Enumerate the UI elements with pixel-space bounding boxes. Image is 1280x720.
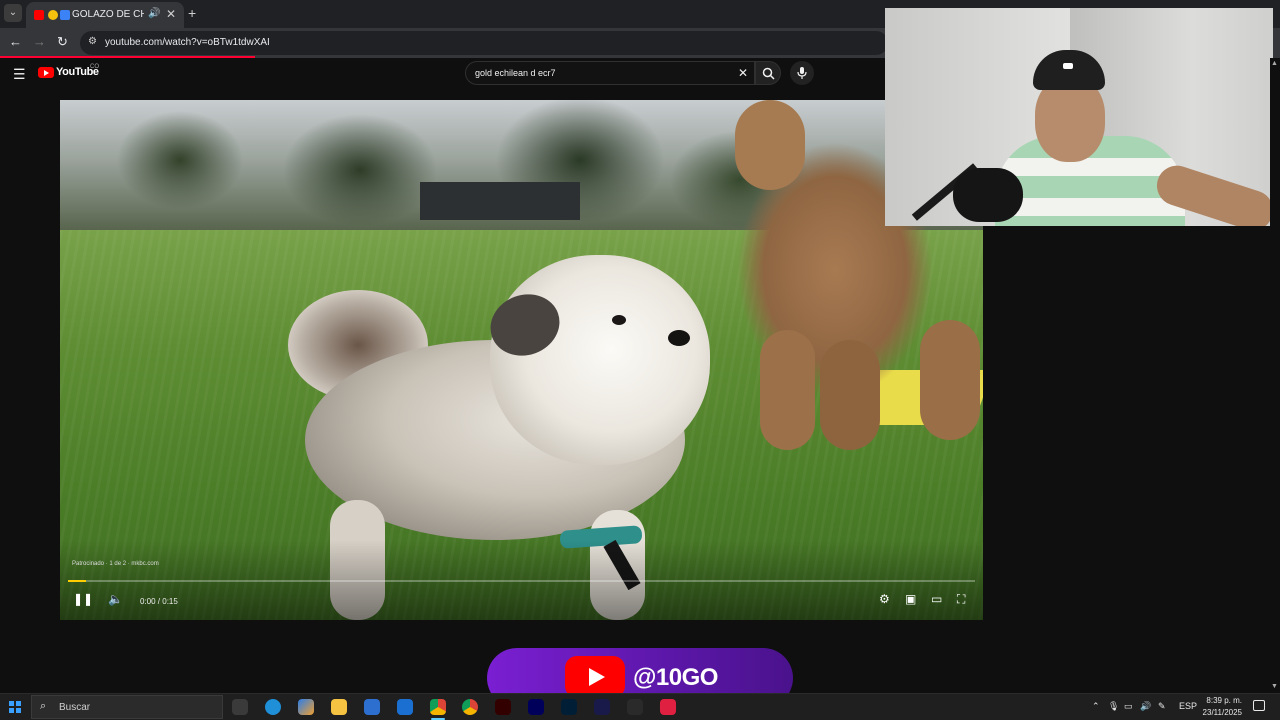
country-code: CO [90, 64, 99, 70]
browser-tab[interactable]: GOLAZO DE CHILEN 🔊 ✕ [26, 2, 184, 28]
fullscreen-icon[interactable]: ⛶ [957, 592, 965, 607]
volume-icon[interactable]: 🔊 [1140, 701, 1151, 712]
settings-gear-icon[interactable]: ⚙ [879, 592, 890, 606]
network-icon[interactable]: ▭ [1124, 701, 1133, 712]
cap-logo-icon [1063, 63, 1073, 69]
premiere-icon[interactable] [528, 699, 544, 715]
time-display: 0:00 / 0:15 [140, 597, 178, 606]
theater-mode-icon[interactable]: ▭ [931, 592, 942, 606]
copilot-icon[interactable] [298, 699, 314, 715]
microsoft-store-icon[interactable] [364, 699, 380, 715]
search-input[interactable]: gold echilean d ecr7 ✕ [465, 61, 755, 85]
microphone-icon [797, 67, 807, 79]
taskbar-search-box[interactable]: ⌕ Buscar [31, 695, 223, 719]
progress-bar-fill [68, 580, 87, 582]
youtube-logo-icon[interactable] [38, 67, 54, 78]
search-button[interactable] [755, 61, 781, 85]
search-icon: ⌕ [40, 700, 47, 712]
microphone-icon [953, 168, 1023, 222]
tab-title: GOLAZO DE CHILEN [72, 9, 144, 20]
edge-icon[interactable] [265, 699, 281, 715]
new-tab-button[interactable]: + [188, 5, 196, 21]
progress-bar[interactable] [68, 580, 975, 582]
pen-icon[interactable]: ✎ [1158, 701, 1166, 712]
scroll-up-arrow-icon[interactable]: ▲ [1271, 60, 1278, 67]
scroll-down-arrow-icon[interactable]: ▼ [1271, 683, 1278, 690]
task-view-icon[interactable] [232, 699, 248, 715]
back-button[interactable]: ← [9, 34, 22, 49]
address-bar[interactable]: ⚙ youtube.com/watch?v=oBTw1tdwXAI [80, 31, 888, 55]
page-scrollbar[interactable] [1270, 58, 1280, 693]
windows-taskbar: ⌕ Buscar ⌃ 🎙 ▭ 🔊 ✎ ESP 8:39 p. m. 23/11/… [0, 693, 1280, 720]
miniplayer-icon[interactable]: ▣ [905, 592, 916, 606]
channel-handle: @10GO [633, 664, 718, 691]
outlook-icon[interactable] [397, 699, 413, 715]
site-info-icon[interactable]: ⚙ [88, 36, 97, 47]
reload-button[interactable]: ↻ [57, 34, 68, 50]
clock-time: 8:39 p. m. [1206, 696, 1242, 705]
microphone-icon[interactable]: 🎙 [1108, 701, 1119, 712]
forward-button[interactable]: → [33, 34, 46, 49]
recording-app-icon[interactable] [660, 699, 676, 715]
youtube-favicon-icon [34, 10, 44, 20]
search-icon [762, 67, 775, 80]
flag-icon [60, 10, 70, 20]
notification-icon[interactable] [1253, 700, 1265, 711]
photoshop-icon[interactable] [561, 699, 577, 715]
clock-date: 23/11/2025 [1202, 708, 1242, 717]
youtube-play-icon [565, 656, 625, 698]
taskbar-search-placeholder: Buscar [59, 702, 91, 713]
app-icon[interactable] [627, 699, 643, 715]
voice-search-button[interactable] [790, 61, 814, 85]
screen: ⌄ GOLAZO DE CHILEN 🔊 ✕ + ← → ↻ ⚙ youtube… [0, 0, 1280, 720]
menu-icon[interactable]: ☰ [13, 66, 26, 83]
ad-overlay-text[interactable]: Patrocinado · 1 de 2 · mkbc.com [72, 561, 159, 567]
emoji-icon [48, 10, 58, 20]
tray-chevron-icon[interactable]: ⌃ [1092, 701, 1100, 712]
url-text[interactable]: youtube.com/watch?v=oBTw1tdwXAI [105, 37, 270, 48]
tab-search-button[interactable]: ⌄ [4, 4, 22, 22]
illustrator-icon[interactable] [495, 699, 511, 715]
language-indicator[interactable]: ESP [1179, 701, 1197, 711]
video-player[interactable]: Patrocinado · 1 de 2 · mkbc.com ❚❚ 🔈 0:0… [60, 100, 983, 620]
start-button-icon[interactable] [9, 701, 21, 713]
chrome-icon[interactable] [430, 699, 446, 715]
file-explorer-icon[interactable] [331, 699, 347, 715]
volume-button[interactable]: 🔈 [108, 592, 123, 606]
clear-search-button[interactable]: ✕ [738, 66, 748, 80]
chrome-profile-icon[interactable] [462, 699, 478, 715]
tab-close-button[interactable]: ✕ [166, 7, 176, 21]
system-clock[interactable]: 8:39 p. m. 23/11/2025 [1200, 695, 1242, 719]
after-effects-icon[interactable] [594, 699, 610, 715]
webcam-overlay [885, 8, 1273, 226]
speaker-icon[interactable]: 🔊 [148, 8, 160, 19]
search-query[interactable]: gold echilean d ecr7 [475, 68, 556, 78]
pause-button[interactable]: ❚❚ [73, 592, 93, 606]
